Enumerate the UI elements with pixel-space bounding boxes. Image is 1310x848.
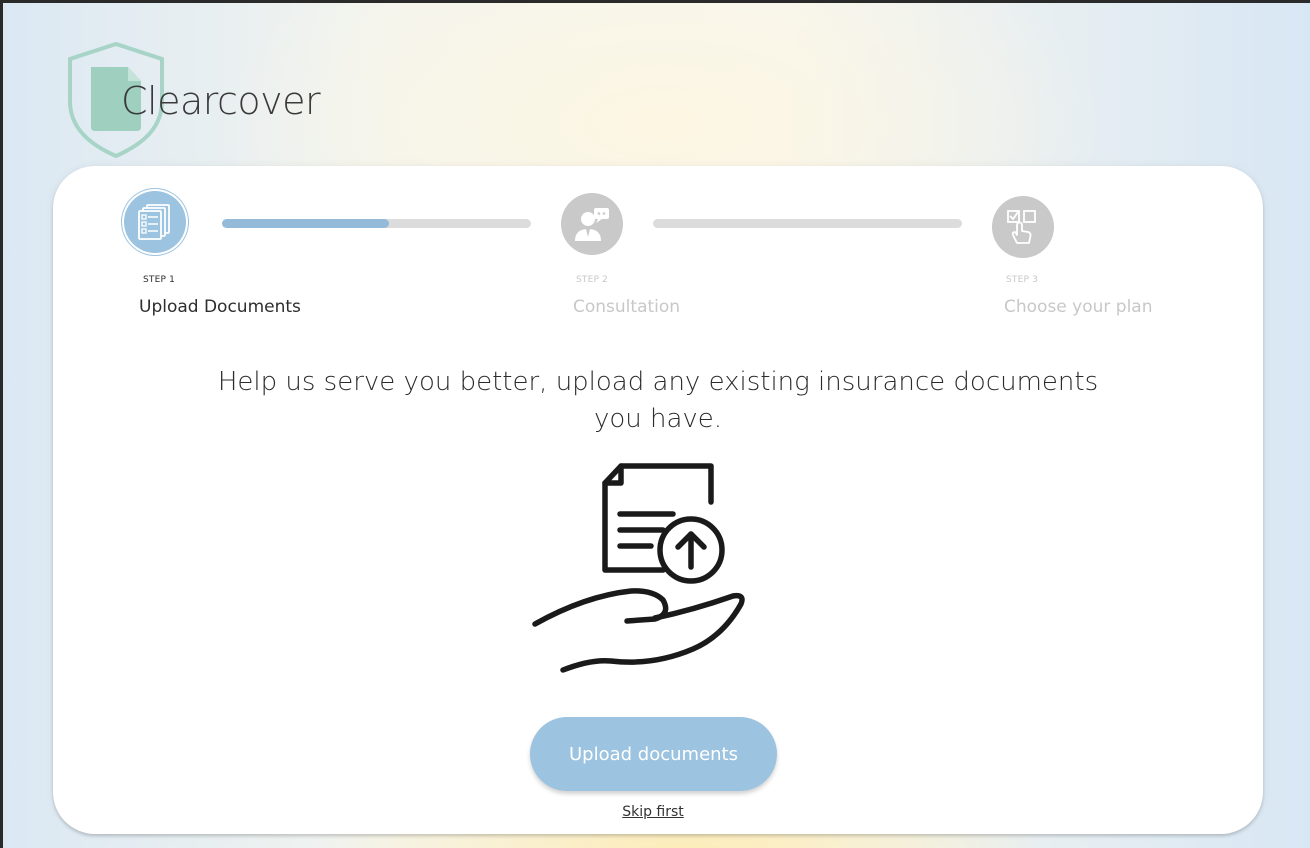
upload-prompt-headline: Help us serve you better, upload any exi… xyxy=(217,367,1099,434)
step-3-number: STEP 3 xyxy=(1006,275,1039,285)
step-1-name: Upload Documents xyxy=(139,297,301,317)
step-2-name: Consultation xyxy=(573,297,681,317)
step-1-number: STEP 1 xyxy=(143,275,176,285)
onboarding-card: STEP 1 Upload Documents STEP 2 Consultat… xyxy=(53,166,1263,834)
progress-track-1 xyxy=(222,219,531,228)
brand-logo[interactable]: Clearcover xyxy=(65,41,325,161)
consultant-icon xyxy=(575,208,609,241)
progress-fill-1 xyxy=(222,219,389,228)
hand-holding-document-upload-icon xyxy=(523,456,753,685)
step-3-name: Choose your plan xyxy=(1004,297,1153,317)
select-plan-icon xyxy=(1007,210,1036,244)
page-background: Clearcover STEP 1 Upload Documents STEP … xyxy=(3,3,1310,848)
upload-documents-button[interactable]: Upload documents xyxy=(530,717,777,791)
step-2-number: STEP 2 xyxy=(576,275,609,285)
step-3-indicator[interactable] xyxy=(992,196,1054,258)
step-1-indicator[interactable] xyxy=(124,191,186,253)
brand-name: Clearcover xyxy=(121,79,321,123)
progress-track-2 xyxy=(653,219,962,228)
step-2-indicator[interactable] xyxy=(561,193,623,255)
document-checklist-icon xyxy=(138,204,170,240)
skip-first-link[interactable]: Skip first xyxy=(563,804,743,820)
